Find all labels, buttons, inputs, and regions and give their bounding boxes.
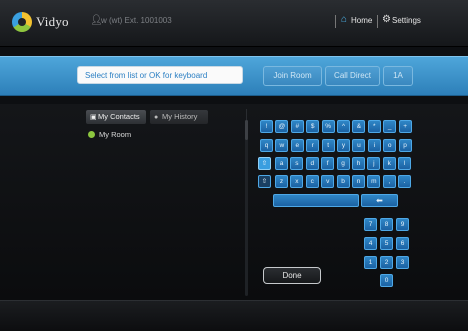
keyboard-key[interactable]: f <box>321 157 335 170</box>
space-bar-key[interactable] <box>273 194 359 207</box>
shift-key[interactable]: ⇧ <box>258 157 271 170</box>
numpad-key[interactable]: 3 <box>396 256 409 269</box>
keyboard-key[interactable]: a <box>275 157 288 170</box>
on-screen-keyboard: ! @ # $% ^ & * _ + q w e r t y u i o p ⇧ a s d f g h j k l ⇧ z x c v b n m,.… <box>0 0 468 331</box>
screen: Vidyo 👤︎ w (wt) Ext. 1001003 ⌂ Home ⚙ Se… <box>0 0 468 331</box>
keyboard-key[interactable]: v <box>321 175 335 188</box>
keyboard-key[interactable]: h <box>352 157 365 170</box>
numpad-key[interactable]: 7 <box>364 218 377 231</box>
keyboard-key[interactable]: e <box>290 139 304 152</box>
keyboard-key[interactable]: . <box>398 175 412 188</box>
keyboard-key[interactable]: m <box>367 175 381 188</box>
keyboard-key[interactable]: ! <box>260 120 273 133</box>
keyboard-key[interactable]: _ <box>383 120 397 133</box>
shift-key[interactable]: ⇧ <box>258 175 271 188</box>
keyboard-key[interactable]: # <box>290 120 304 133</box>
keyboard-key[interactable]: s <box>290 157 304 170</box>
numpad-key[interactable]: 5 <box>380 237 393 250</box>
keyboard-key[interactable]: l <box>398 157 412 170</box>
done-button[interactable]: Done <box>263 267 321 284</box>
footer-bar <box>0 300 468 331</box>
keyboard-key[interactable]: d <box>305 157 319 170</box>
numpad-key[interactable]: 0 <box>380 274 393 287</box>
keyboard-key[interactable]: $ <box>306 120 320 133</box>
keyboard-key[interactable]: @ <box>275 120 289 133</box>
keyboard-key[interactable]: x <box>290 175 304 188</box>
keyboard-key[interactable]: % <box>321 120 335 133</box>
keyboard-key[interactable]: * <box>367 120 381 133</box>
numpad-key[interactable]: 2 <box>380 256 393 269</box>
keyboard-key[interactable]: n <box>352 175 365 188</box>
keyboard-key[interactable]: g <box>336 157 350 170</box>
keyboard-key[interactable]: i <box>367 139 381 152</box>
keyboard-key[interactable]: r <box>306 139 320 152</box>
keyboard-key[interactable]: ^ <box>337 120 350 133</box>
keyboard-key[interactable]: u <box>352 139 366 152</box>
keyboard-key[interactable]: + <box>398 120 412 133</box>
keyboard-key[interactable]: p <box>398 139 412 152</box>
numpad-key[interactable]: 1 <box>364 256 377 269</box>
keyboard-key[interactable]: y <box>337 139 350 152</box>
keyboard-key[interactable]: & <box>352 120 366 133</box>
backspace-icon[interactable]: ⬅ <box>361 194 398 207</box>
keyboard-key[interactable]: b <box>336 175 350 188</box>
keyboard-key[interactable]: z <box>275 175 288 188</box>
keyboard-key[interactable]: q <box>260 139 273 152</box>
keyboard-key[interactable]: j <box>367 157 381 170</box>
numpad-key[interactable]: 8 <box>380 218 393 231</box>
numpad-key[interactable]: 9 <box>396 218 409 231</box>
numpad-key[interactable]: 6 <box>396 237 409 250</box>
keyboard-key[interactable]: k <box>382 157 396 170</box>
keyboard-key[interactable]: c <box>305 175 319 188</box>
keyboard-key[interactable]: w <box>275 139 289 152</box>
numpad-key[interactable]: 4 <box>364 237 377 250</box>
keyboard-key[interactable]: , <box>382 175 396 188</box>
keyboard-key[interactable]: t <box>321 139 335 152</box>
keyboard-key[interactable]: o <box>383 139 397 152</box>
